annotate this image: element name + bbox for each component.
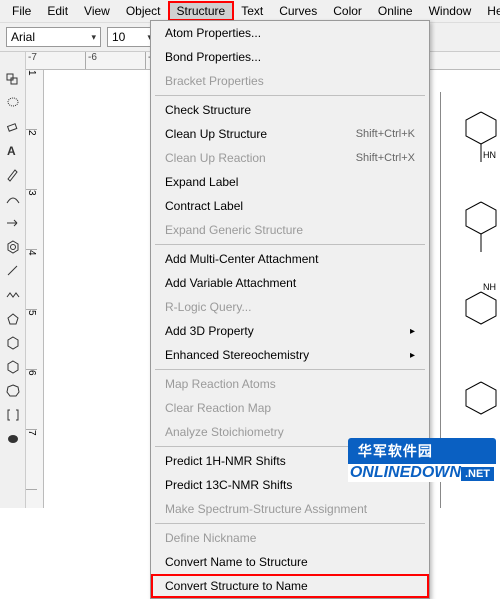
menu-item-label: Add Multi-Center Attachment [165, 252, 318, 266]
menu-item-convert-structure-to-name[interactable]: Convert Structure to Name [151, 574, 429, 598]
menu-item-contract-label[interactable]: Contract Label [151, 194, 429, 218]
menu-item-clean-up-reaction: Clean Up Reaction Shift+Ctrl+X [151, 146, 429, 170]
menu-item-define-nickname: Define Nickname [151, 526, 429, 550]
menu-structure[interactable]: Structure [169, 2, 234, 20]
menu-item-label: Atom Properties... [165, 26, 261, 40]
menu-item-label: R-Logic Query... [165, 300, 251, 314]
menu-item-label: Clear Reaction Map [165, 401, 271, 415]
menu-item-bond-properties[interactable]: Bond Properties... [151, 45, 429, 69]
menu-online[interactable]: Online [370, 2, 421, 20]
menu-item-label: Define Nickname [165, 531, 256, 545]
menu-shortcut: Shift+Ctrl+X [356, 152, 415, 164]
menu-item-label: Add 3D Property [165, 324, 254, 338]
chevron-down-icon: ▾ [91, 32, 96, 43]
benzene-tool-icon[interactable] [4, 238, 22, 256]
menu-item-clear-reaction-map: Clear Reaction Map [151, 396, 429, 420]
menu-item-expand-label[interactable]: Expand Label [151, 170, 429, 194]
menu-item-label: Check Structure [165, 103, 251, 117]
menu-item-label: Add Variable Attachment [165, 276, 296, 290]
structure-menu: Atom Properties... Bond Properties... Brac… [150, 20, 430, 599]
bond-tool-icon[interactable] [4, 262, 22, 280]
menu-edit[interactable]: Edit [39, 2, 76, 20]
font-select[interactable]: Arial ▾ [6, 27, 101, 47]
blob-tool-icon[interactable] [4, 430, 22, 448]
menu-item-label: Clean Up Reaction [165, 151, 266, 165]
menu-item-add-multi-center-attachment[interactable]: Add Multi-Center Attachment [151, 247, 429, 271]
cycloheptane-tool-icon[interactable] [4, 382, 22, 400]
menu-item-check-structure[interactable]: Check Structure [151, 98, 429, 122]
menu-item-label: Enhanced Stereochemistry [165, 348, 309, 362]
cyclohexane2-tool-icon[interactable] [4, 358, 22, 376]
menu-separator [155, 523, 425, 524]
menu-item-label: Analyze Stoichiometry [165, 425, 284, 439]
menu-item-label: Convert Structure to Name [165, 579, 308, 593]
lasso-tool-icon[interactable] [4, 94, 22, 112]
menu-separator [155, 369, 425, 370]
menu-item-label: Contract Label [165, 199, 243, 213]
menu-item-label: Predict 1H-NMR Shifts [165, 454, 286, 468]
menu-view[interactable]: View [76, 2, 118, 20]
watermark-en: ONLINEDOWN.NET [348, 464, 496, 482]
cyclopentane-tool-icon[interactable] [4, 310, 22, 328]
tool-palette: A [0, 52, 26, 508]
pen-tool-icon[interactable] [4, 166, 22, 184]
svg-text:A: A [7, 144, 16, 158]
bracket-tool-icon[interactable] [4, 406, 22, 424]
menu-file[interactable]: File [4, 2, 39, 20]
menu-item-expand-generic-structure: Expand Generic Structure [151, 218, 429, 242]
menu-item-label: Clean Up Structure [165, 127, 267, 141]
submenu-arrow-icon: ▸ [410, 326, 415, 337]
menu-item-label: Expand Generic Structure [165, 223, 303, 237]
menu-item-clean-up-structure[interactable]: Clean Up Structure Shift+Ctrl+K [151, 122, 429, 146]
curve-tool-icon[interactable] [4, 190, 22, 208]
menu-item-enhanced-stereochemistry[interactable]: Enhanced Stereochemistry ▸ [151, 343, 429, 367]
menu-item-make-spectrum-structure-assignment: Make Spectrum-Structure Assignment [151, 497, 429, 521]
menu-color[interactable]: Color [325, 2, 370, 20]
menu-item-convert-name-to-structure[interactable]: Convert Name to Structure [151, 550, 429, 574]
menu-item-atom-properties[interactable]: Atom Properties... [151, 21, 429, 45]
menu-object[interactable]: Object [118, 2, 169, 20]
ruler-vertical: 1234567 [26, 70, 44, 508]
menu-item-r-logic-query: R-Logic Query... [151, 295, 429, 319]
menu-text[interactable]: Text [233, 2, 271, 20]
arrow-tool-icon[interactable] [4, 214, 22, 232]
size-value: 10 [112, 30, 125, 44]
menu-item-bracket-properties: Bracket Properties [151, 69, 429, 93]
font-value: Arial [11, 30, 35, 44]
chain-tool-icon[interactable] [4, 286, 22, 304]
menu-item-label: Bond Properties... [165, 50, 261, 64]
menu-item-label: Expand Label [165, 175, 238, 189]
menu-separator [155, 244, 425, 245]
menu-curves[interactable]: Curves [271, 2, 325, 20]
menu-item-label: Make Spectrum-Structure Assignment [165, 502, 367, 516]
cyclohexane-tool-icon[interactable] [4, 334, 22, 352]
menu-item-label: Predict 13C-NMR Shifts [165, 478, 292, 492]
menu-item-add-3d-property[interactable]: Add 3D Property ▸ [151, 319, 429, 343]
menu-item-label: Convert Name to Structure [165, 555, 308, 569]
select-tool-icon[interactable] [4, 70, 22, 88]
menu-item-map-reaction-atoms: Map Reaction Atoms [151, 372, 429, 396]
atom-label-hn: HN [483, 150, 496, 160]
watermark: 华军软件园 ONLINEDOWN.NET [348, 438, 496, 482]
menu-item-label: Bracket Properties [165, 74, 264, 88]
text-tool-icon[interactable]: A [4, 142, 22, 160]
atom-label-nh: NH [483, 282, 496, 292]
submenu-arrow-icon: ▸ [410, 350, 415, 361]
menu-help[interactable]: Help [479, 2, 500, 20]
menu-shortcut: Shift+Ctrl+K [356, 128, 415, 140]
watermark-cn: 华军软件园 [348, 438, 496, 464]
menu-window[interactable]: Window [421, 2, 480, 20]
menu-item-label: Map Reaction Atoms [165, 377, 276, 391]
menu-item-add-variable-attachment[interactable]: Add Variable Attachment [151, 271, 429, 295]
eraser-tool-icon[interactable] [4, 118, 22, 136]
menu-separator [155, 95, 425, 96]
